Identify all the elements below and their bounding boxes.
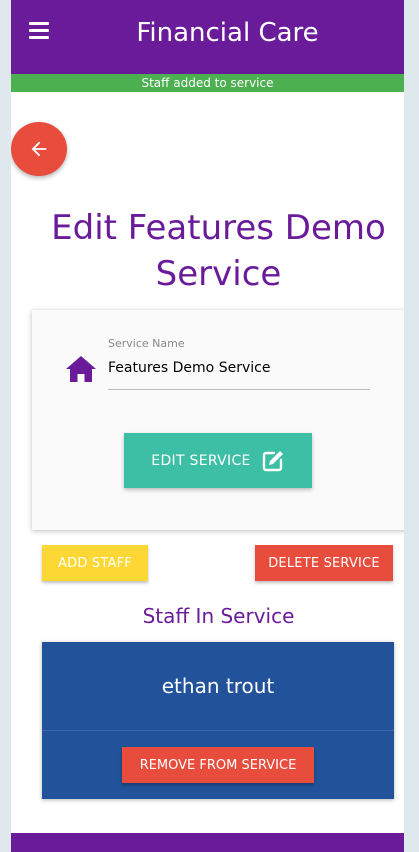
back-button[interactable] bbox=[11, 122, 67, 176]
edit-service-label: EDIT SERVICE bbox=[151, 452, 251, 469]
card-divider bbox=[42, 730, 394, 731]
edit-service-card: Service Name Features Demo Service EDIT … bbox=[32, 310, 404, 530]
edit-service-button[interactable]: EDIT SERVICE bbox=[124, 433, 312, 488]
add-staff-button[interactable]: ADD STAFF bbox=[42, 545, 148, 581]
app-footer bbox=[11, 833, 404, 852]
app-title: Financial Care bbox=[136, 18, 319, 48]
page-title: Edit Features Demo Service bbox=[51, 208, 386, 294]
delete-service-button[interactable]: DELETE SERVICE bbox=[255, 545, 393, 581]
home-icon bbox=[66, 356, 96, 382]
service-name-label: Service Name bbox=[108, 337, 185, 350]
staff-card: ethan trout REMOVE FROM SERVICE bbox=[42, 642, 394, 799]
app-screen: Financial Care Staff added to service Ed… bbox=[11, 0, 404, 852]
staff-name: ethan trout bbox=[161, 674, 275, 698]
edit-icon bbox=[262, 450, 283, 471]
app-header: Financial Care bbox=[11, 0, 404, 74]
service-name-input[interactable]: Features Demo Service bbox=[108, 360, 270, 376]
hamburger-menu-icon[interactable] bbox=[29, 22, 49, 40]
status-message: Staff added to service bbox=[11, 74, 404, 92]
staff-section-title: Staff In Service bbox=[142, 604, 295, 628]
input-underline bbox=[108, 389, 370, 390]
remove-from-service-button[interactable]: REMOVE FROM SERVICE bbox=[122, 747, 314, 783]
arrow-left-icon bbox=[31, 141, 47, 157]
